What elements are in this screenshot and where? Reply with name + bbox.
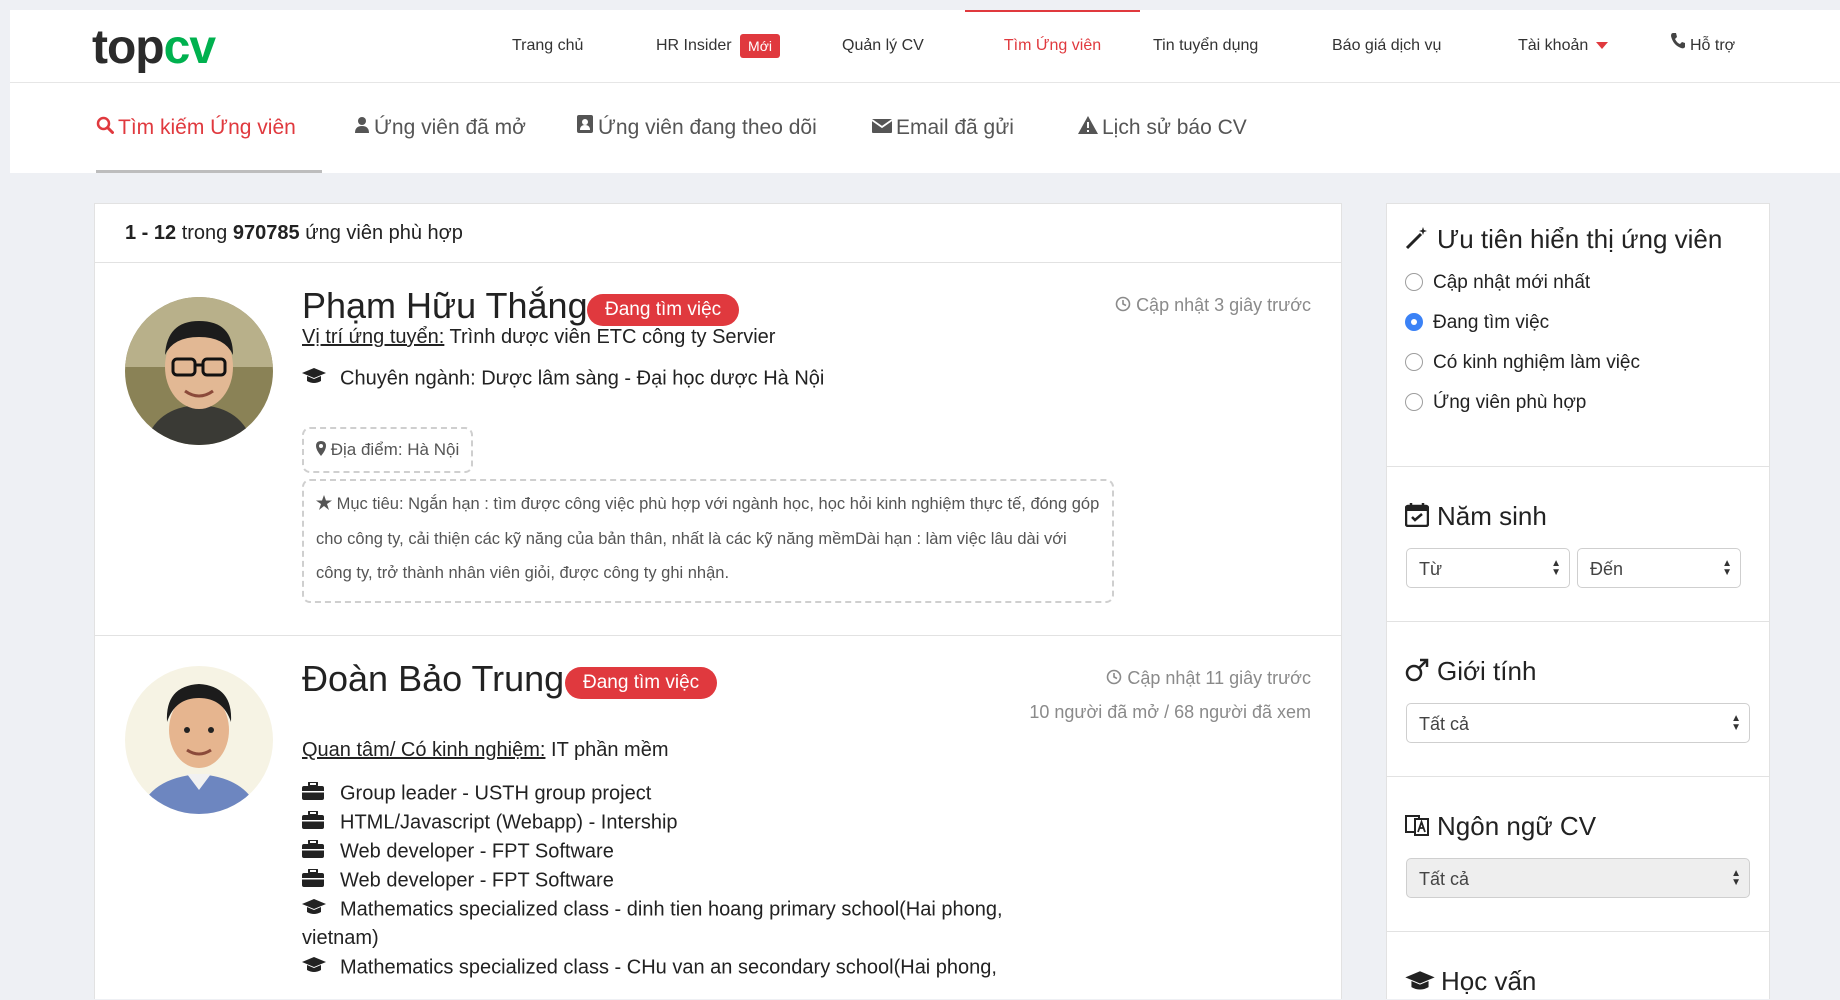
caret-down-icon — [1596, 42, 1609, 50]
candidate-card[interactable]: Đoàn Bảo Trung Đang tìm việc Cập nhật 11… — [95, 636, 1341, 1000]
gender-select[interactable]: Tất cả ▲ ▼ — [1406, 703, 1750, 743]
experience-item: HTML/Javascript (Webapp) - Intership — [302, 810, 678, 835]
graduation-cap-icon — [302, 367, 326, 391]
results-summary: 1 - 12 trong 970785 ứng viên phù hợp — [95, 204, 1341, 263]
briefcase-icon — [302, 810, 326, 835]
calendar-check-icon — [1404, 502, 1431, 534]
goal-box: Mục tiêu: Ngắn hạn : tìm được công việc … — [302, 479, 1114, 603]
birth-year-to-select[interactable]: Đến ▲ ▼ — [1577, 548, 1741, 588]
briefcase-icon — [302, 781, 326, 806]
radio-button-selected[interactable] — [1405, 312, 1423, 331]
envelope-icon — [871, 83, 893, 173]
nav-home[interactable]: Trang chủ — [512, 10, 583, 82]
nav-hr-insider[interactable]: HR Insider Mới — [656, 10, 780, 82]
results-panel: 1 - 12 trong 970785 ứng viên phù hợp Phạ… — [94, 203, 1342, 999]
star-icon — [316, 488, 332, 522]
radio-button[interactable] — [1405, 392, 1423, 411]
desired-position: Vị trí ứng tuyển: Trình dược viên ETC cô… — [302, 326, 776, 348]
sub-navbar: Tìm kiếm Ứng viên Ứng viên đã mở Ứng viê… — [10, 83, 1840, 173]
tab-opened-candidates[interactable]: Ứng viên đã mở — [354, 83, 526, 173]
birth-year-section: Năm sinh Từ ▲ ▼ Đến ▲ ▼ — [1387, 467, 1769, 622]
section-title: Năm sinh — [1404, 501, 1547, 534]
select-arrows-icon: ▲ ▼ — [1551, 558, 1561, 578]
avatar[interactable] — [125, 297, 273, 445]
gender-section: Giới tính Tất cả ▲ ▼ — [1387, 622, 1769, 777]
nav-find-candidates[interactable]: Tìm Ứng viên — [965, 10, 1140, 82]
priority-option-latest[interactable]: Cập nhật mới nhất — [1405, 272, 1590, 294]
updated-time: Cập nhật 11 giây trước — [1106, 668, 1311, 690]
section-title: Ngôn ngữ CV — [1405, 811, 1596, 844]
briefcase-icon — [302, 868, 326, 893]
warning-icon — [1078, 83, 1098, 173]
language-icon — [1405, 813, 1431, 844]
nav-pricing[interactable]: Báo giá dịch vụ — [1332, 10, 1441, 82]
view-stats: 10 người đã mở / 68 người đã xem — [1029, 702, 1311, 722]
avatar[interactable] — [125, 666, 273, 814]
priority-option-experienced[interactable]: Có kinh nghiệm làm việc — [1405, 352, 1640, 374]
map-marker-icon — [316, 430, 326, 472]
tab-underline — [96, 170, 322, 173]
education-item-continued: vietnam) — [302, 927, 379, 949]
education-section: Học vấn — [1387, 932, 1769, 999]
graduation-cap-icon — [1405, 968, 1435, 999]
status-badge: Đang tìm việc — [565, 667, 718, 699]
interest-line: Quan tâm/ Có kinh nghiệm: IT phần mềm — [302, 739, 669, 761]
clock-icon — [1106, 669, 1122, 690]
nav-job-postings[interactable]: Tin tuyển dụng — [1153, 10, 1258, 82]
education-item: Mathematics specialized class - dinh tie… — [302, 898, 1003, 922]
radio-button[interactable] — [1405, 272, 1423, 291]
experience-item: Web developer - FPT Software — [302, 868, 614, 893]
candidate-card[interactable]: Phạm Hữu Thắng Đang tìm việc Cập nhật 3 … — [95, 263, 1341, 636]
tab-sent-emails[interactable]: Email đã gửi — [871, 83, 1014, 173]
education-item: Mathematics specialized class - CHu van … — [302, 956, 997, 980]
phone-icon — [1670, 10, 1686, 82]
select-arrows-icon: ▲ ▼ — [1731, 713, 1741, 733]
topcv-logo[interactable]: topcv — [92, 20, 216, 75]
tab-search-candidates[interactable]: Tìm kiếm Ứng viên — [96, 83, 296, 173]
magic-wand-icon — [1405, 226, 1431, 257]
section-title: Ưu tiên hiển thị ứng viên — [1405, 224, 1722, 257]
experience-item: Group leader - USTH group project — [302, 781, 651, 806]
tab-cv-report-history[interactable]: Lịch sử báo CV — [1078, 83, 1247, 173]
status-badge: Đang tìm việc — [587, 294, 740, 326]
new-badge: Mới — [740, 33, 780, 58]
filter-sidebar: Ưu tiên hiển thị ứng viên Cập nhật mới n… — [1386, 203, 1770, 999]
experience-item: Web developer - FPT Software — [302, 839, 614, 864]
candidate-name[interactable]: Đoàn Bảo Trung — [302, 658, 564, 700]
contact-book-icon — [576, 83, 594, 173]
updated-time: Cập nhật 3 giây trước — [1115, 295, 1311, 317]
search-icon — [96, 83, 114, 173]
nav-account[interactable]: Tài khoản — [1518, 10, 1609, 82]
tab-followed-candidates[interactable]: Ứng viên đang theo dõi — [576, 83, 817, 173]
graduation-cap-icon — [302, 898, 326, 922]
candidate-name[interactable]: Phạm Hữu Thắng — [302, 285, 588, 327]
nav-support[interactable]: Hỗ trợ — [1670, 10, 1735, 82]
graduation-cap-icon — [302, 956, 326, 980]
male-symbol-icon — [1405, 658, 1431, 689]
user-icon — [354, 83, 370, 173]
cv-language-section: Ngôn ngữ CV Tất cả ▲ ▼ — [1387, 777, 1769, 932]
section-title: Giới tính — [1405, 656, 1536, 689]
priority-section: Ưu tiên hiển thị ứng viên Cập nhật mới n… — [1387, 204, 1769, 467]
radio-button[interactable] — [1405, 352, 1423, 371]
location-box: Địa điểm: Hà Nội — [302, 427, 474, 473]
briefcase-icon — [302, 839, 326, 864]
section-title: Học vấn — [1405, 966, 1536, 999]
major-line: Chuyên ngành: Dược lâm sàng - Đại học dư… — [302, 367, 824, 391]
select-arrows-icon: ▲ ▼ — [1731, 868, 1741, 888]
nav-cv-manager[interactable]: Quản lý CV — [842, 10, 924, 82]
birth-year-from-select[interactable]: Từ ▲ ▼ — [1406, 548, 1570, 588]
clock-icon — [1115, 296, 1131, 317]
priority-option-seeking[interactable]: Đang tìm việc — [1405, 312, 1549, 334]
select-arrows-icon: ▲ ▼ — [1722, 558, 1732, 578]
top-navbar: topcv Trang chủ HR Insider Mới Quản lý C… — [10, 10, 1840, 83]
cv-language-select[interactable]: Tất cả ▲ ▼ — [1406, 858, 1750, 898]
priority-option-matching[interactable]: Ứng viên phù hợp — [1405, 392, 1586, 414]
